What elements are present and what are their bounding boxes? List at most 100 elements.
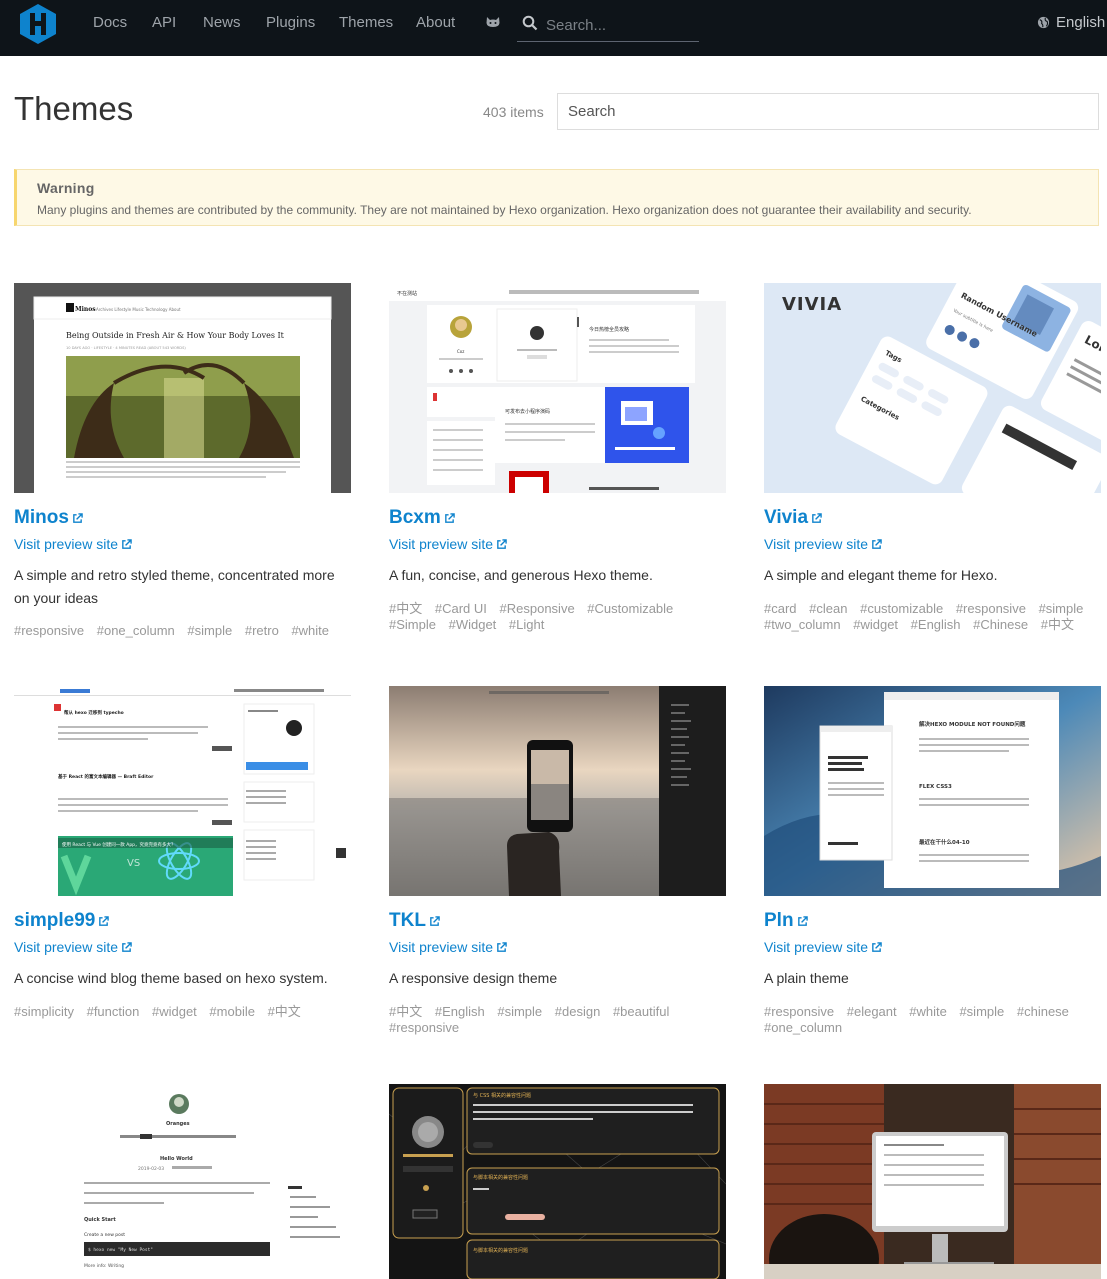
tag[interactable]: #widget — [853, 617, 898, 633]
external-link-icon — [122, 539, 132, 549]
theme-tags: #中文 #English #simple #design #beautiful … — [389, 1004, 729, 1036]
external-link-icon — [497, 539, 507, 549]
minos-brand: Minos — [75, 306, 96, 313]
tag[interactable]: #English — [911, 617, 961, 633]
theme-name-link[interactable]: simple99 — [14, 910, 110, 932]
tag[interactable]: #Light — [509, 617, 544, 633]
tag[interactable]: #responsive — [956, 601, 1026, 617]
tag[interactable]: #simple — [1039, 601, 1084, 617]
tag[interactable]: #widget — [152, 1004, 197, 1020]
theme-name-link[interactable]: Bcxm — [389, 507, 455, 529]
nav-about[interactable]: About — [416, 14, 455, 31]
tag[interactable]: #Responsive — [500, 601, 575, 617]
theme-name-link[interactable]: Minos — [14, 507, 83, 529]
theme-screenshot[interactable]: Minos Archives Lifestyle Music Technolog… — [14, 283, 351, 493]
theme-card-vivia: VIVIA Random Username Your subtitle is h… — [764, 283, 1101, 653]
tag[interactable]: #simplicity — [14, 1004, 74, 1020]
dark-card3: 与脚本相关的兼容性问题 — [473, 1247, 528, 1254]
tag[interactable]: #Card UI — [435, 601, 487, 617]
theme-screenshot[interactable] — [389, 686, 726, 896]
minos-headline: Being Outside in Fresh Air & How Your Bo… — [66, 331, 285, 340]
theme-screenshot[interactable]: VIVIA Random Username Your subtitle is h… — [764, 283, 1101, 493]
tag[interactable]: #chinese — [1017, 1004, 1069, 1020]
nav-search-input[interactable] — [546, 14, 696, 36]
hexo-logo-icon[interactable] — [18, 2, 58, 46]
oranges-sub: Create a new post — [84, 1232, 125, 1238]
tag[interactable]: #retro — [245, 623, 279, 639]
visit-preview-link[interactable]: Visit preview site — [389, 536, 507, 552]
tag[interactable]: #中文 — [389, 601, 422, 617]
theme-screenshot[interactable]: 帮从 hexo 迁移到 typecho 基于 React 的富文本编辑器 — B… — [14, 686, 351, 896]
theme-name-link[interactable]: TKL — [389, 910, 440, 932]
visit-preview-link[interactable]: Visit preview site — [764, 939, 882, 955]
tag[interactable]: #clean — [809, 601, 847, 617]
tag[interactable]: #simple — [187, 623, 232, 639]
tag[interactable]: #two_column — [764, 617, 841, 633]
github-octocat-icon[interactable] — [485, 14, 501, 30]
tag[interactable]: #responsive — [389, 1020, 459, 1036]
tag[interactable]: #white — [291, 623, 329, 639]
theme-screenshot[interactable]: Oranges Hello World 2019-02-03 Quick Sta… — [14, 1084, 351, 1279]
theme-screenshot[interactable] — [764, 1084, 1101, 1279]
pln-title2: FLEX CSS3 — [919, 784, 952, 790]
nav-news[interactable]: News — [203, 14, 241, 31]
tag[interactable]: #Chinese — [973, 617, 1028, 633]
tag[interactable]: #one_column — [764, 1020, 842, 1036]
external-link-icon — [73, 513, 83, 523]
nav-plugins[interactable]: Plugins — [266, 14, 315, 31]
tag[interactable]: #responsive — [14, 623, 84, 639]
tag[interactable]: #white — [909, 1004, 947, 1020]
tag[interactable]: #one_column — [97, 623, 175, 639]
theme-tags: #responsive #one_column #simple #retro #… — [14, 623, 354, 639]
nav-search-field[interactable] — [517, 12, 699, 42]
external-link-icon — [444, 513, 455, 523]
simple99-post1: 帮从 hexo 迁移到 typecho — [64, 709, 124, 716]
minos-nav: Archives Lifestyle Music Technology Abou… — [96, 307, 181, 312]
theme-card-photo — [764, 1084, 1101, 1279]
tag[interactable]: #customizable — [860, 601, 943, 617]
nav-docs[interactable]: Docs — [93, 14, 127, 31]
tag[interactable]: #responsive — [764, 1004, 834, 1020]
oranges-section: Quick Start — [84, 1217, 116, 1223]
nav-api[interactable]: API — [152, 14, 176, 31]
tag[interactable]: #elegant — [847, 1004, 897, 1020]
tag[interactable]: #mobile — [209, 1004, 255, 1020]
visit-preview-link[interactable]: Visit preview site — [14, 536, 132, 552]
oranges-blog: Oranges — [166, 1121, 190, 1127]
visit-preview-link[interactable]: Visit preview site — [389, 939, 507, 955]
nav-themes[interactable]: Themes — [339, 14, 393, 31]
theme-screenshot[interactable]: 不在测站 Coz 今日热榜全员攻略 可发布去小程序演码 — [389, 283, 726, 493]
theme-card-minos: Minos Archives Lifestyle Music Technolog… — [14, 283, 351, 653]
tag[interactable]: #simple — [497, 1004, 542, 1020]
external-link-icon — [430, 916, 440, 926]
tag[interactable]: #Simple — [389, 617, 436, 633]
language-label: English — [1056, 14, 1106, 31]
bcxm-card1: 今日热榜全员攻略 — [589, 326, 629, 333]
tag[interactable]: #simple — [959, 1004, 1004, 1020]
tag[interactable]: #card — [764, 601, 797, 617]
svg-text:VS: VS — [127, 858, 140, 869]
language-selector[interactable]: English — [1037, 14, 1105, 31]
themes-search-input[interactable] — [557, 93, 1099, 130]
tag[interactable]: #function — [87, 1004, 140, 1020]
theme-screenshot[interactable]: 解决HEXO MODULE NOT FOUND问题 FLEX CSS3 最近在干… — [764, 686, 1101, 896]
warning-title: Warning — [37, 180, 95, 196]
tag[interactable]: #design — [555, 1004, 601, 1020]
theme-card-bcxm: 不在测站 Coz 今日热榜全员攻略 可发布去小程序演码 Bcxm Visit p… — [389, 283, 726, 653]
theme-screenshot[interactable]: 与 CSS 相关的兼容性问题 与脚本相关的兼容性问题 与脚本相关的兼容性问题 — [389, 1084, 726, 1279]
tag[interactable]: #Widget — [449, 617, 497, 633]
tag[interactable]: #beautiful — [613, 1004, 669, 1020]
theme-name-link[interactable]: Vivia — [764, 507, 822, 529]
tag[interactable]: #中文 — [268, 1004, 301, 1020]
theme-description: A plain theme — [764, 970, 849, 986]
tag[interactable]: #中文 — [389, 1004, 422, 1020]
visit-preview-link[interactable]: Visit preview site — [14, 939, 132, 955]
page-title: Themes — [14, 90, 134, 127]
visit-preview-link[interactable]: Visit preview site — [764, 536, 882, 552]
theme-name-link[interactable]: Pln — [764, 910, 808, 932]
tag[interactable]: #中文 — [1041, 617, 1074, 633]
tag[interactable]: #Customizable — [587, 601, 673, 617]
tag[interactable]: #English — [435, 1004, 485, 1020]
external-link-icon — [872, 539, 882, 549]
theme-tags: #simplicity #function #widget #mobile #中… — [14, 1004, 354, 1020]
